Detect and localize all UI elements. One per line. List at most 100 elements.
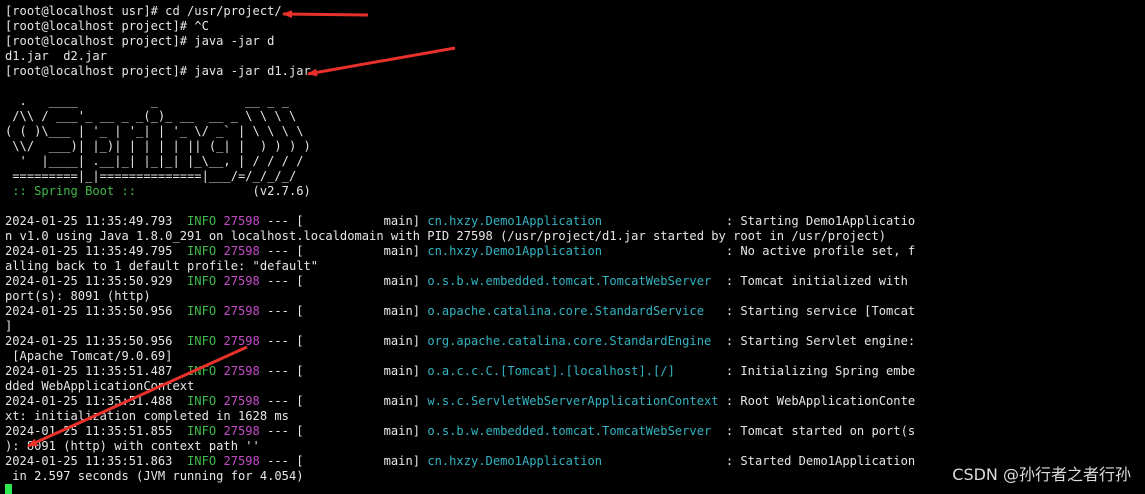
terminal-line: alling back to 1 default profile: "defau…	[5, 259, 915, 274]
terminal-line: port(s): 8091 (http)	[5, 289, 915, 304]
terminal-text-segment: 27598	[223, 304, 260, 318]
terminal-line: ): 8091 (http) with context path ''	[5, 439, 915, 454]
terminal-text-segment: ' |____| .__|_| |_|_| |_\__, | / / / /	[5, 154, 304, 168]
terminal-text-segment: --- [ main]	[259, 244, 428, 258]
terminal-text-segment: : Starting service [Tomcat	[718, 304, 916, 318]
terminal-text-segment: --- [ main]	[259, 304, 428, 318]
terminal-text-segment: 27598	[223, 454, 260, 468]
terminal-line: [root@localhost usr]# cd /usr/project/	[5, 4, 915, 19]
terminal-line: ( ( )\___ | '_ | '_| | '_ \/ _` | \ \ \ …	[5, 124, 915, 139]
terminal-text-segment: --- [ main]	[259, 364, 428, 378]
terminal-line: =========|_|==============|___/=/_/_/_/	[5, 169, 915, 184]
terminal-line: 2024-01-25 11:35:50.929 INFO 27598 --- […	[5, 274, 915, 289]
terminal-text-segment: \\/ ___)| |_)| | | | | || (_| | ) ) ) )	[5, 139, 311, 153]
terminal-line: /\\ / ___'_ __ _ _(_)_ __ __ _ \ \ \ \	[5, 109, 915, 124]
terminal-text-segment: o.a.c.c.C.[Tomcat].[localhost].[/]	[427, 364, 719, 378]
terminal-text-segment: : Root WebApplicationConte	[718, 394, 916, 408]
terminal-text-segment: ]	[5, 319, 13, 333]
terminal-text-segment: =========|_|==============|___/=/_/_/_/	[5, 169, 297, 183]
terminal-line: . ____ _ __ _ _	[5, 94, 915, 109]
terminal-text-segment: 2024-01-25 11:35:49.795	[5, 244, 188, 258]
terminal-text-segment: INFO	[187, 394, 217, 408]
terminal-text-segment: INFO	[187, 454, 217, 468]
terminal-text-segment: INFO	[187, 274, 217, 288]
terminal-text-segment: INFO	[187, 214, 217, 228]
terminal-text-segment: [root@localhost project]# java -jar d	[5, 34, 275, 48]
terminal-line: [root@localhost project]# ^C	[5, 19, 915, 34]
terminal-line: [root@localhost project]# java -jar d	[5, 34, 915, 49]
terminal-text-segment: ( ( )\___ | '_ | '_| | '_ \/ _` | \ \ \ …	[5, 124, 304, 138]
terminal-text-segment: : No active profile set, f	[718, 244, 916, 258]
terminal-line: 2024-01-25 11:35:51.855 INFO 27598 --- […	[5, 424, 915, 439]
terminal-text-segment: n v1.0 using Java 1.8.0_291 on localhost…	[5, 229, 887, 243]
terminal-text-segment: org.apache.catalina.core.StandardEngine	[427, 334, 719, 348]
terminal-text-segment: : Initializing Spring embe	[718, 364, 916, 378]
terminal-text-segment: /\\ / ___'_ __ _ _(_)_ __ __ _ \ \ \ \	[5, 109, 297, 123]
terminal-text-segment: INFO	[187, 424, 217, 438]
csdn-watermark: CSDN @孙行者之者行孙	[952, 465, 1131, 484]
terminal-text-segment: . ____ _ __ _ _	[5, 94, 289, 108]
terminal-text-segment: [Apache Tomcat/9.0.69]	[5, 349, 173, 363]
terminal-text-segment: : Starting Demo1Applicatio	[718, 214, 916, 228]
terminal-text-segment: INFO	[187, 244, 217, 258]
terminal-text-segment: w.s.c.ServletWebServerApplicationContext	[427, 394, 719, 408]
terminal-text-segment: 27598	[223, 274, 260, 288]
terminal-text-segment: 27598	[223, 364, 260, 378]
terminal-text-segment: 27598	[223, 424, 260, 438]
terminal-text-segment: o.apache.catalina.core.StandardService	[427, 304, 719, 318]
terminal-output: [root@localhost usr]# cd /usr/project/[r…	[5, 4, 915, 494]
terminal-line: :: Spring Boot :: (v2.7.6)	[5, 184, 915, 199]
terminal-text-segment: port(s): 8091 (http)	[5, 289, 151, 303]
terminal-text-segment: [root@localhost project]# ^C	[5, 19, 209, 33]
terminal-text-segment: :: Spring Boot ::	[5, 184, 137, 198]
terminal-text-segment: 27598	[223, 334, 260, 348]
terminal-line: d1.jar d2.jar	[5, 49, 915, 64]
terminal-text-segment: 2024-01-25 11:35:50.956	[5, 304, 188, 318]
terminal-text-segment: cn.hxzy.Demo1Application	[427, 214, 719, 228]
terminal-text-segment: o.s.b.w.embedded.tomcat.TomcatWebServer	[427, 424, 719, 438]
terminal-text-segment: --- [ main]	[259, 274, 428, 288]
terminal-text-segment: 2024-01-25 11:35:51.487	[5, 364, 188, 378]
terminal-text-segment: 2024-01-25 11:35:49.793	[5, 214, 188, 228]
terminal-text-segment: : Starting Servlet engine:	[718, 334, 916, 348]
terminal-line: n v1.0 using Java 1.8.0_291 on localhost…	[5, 229, 915, 244]
terminal-line	[5, 484, 915, 494]
terminal-line: ]	[5, 319, 915, 334]
terminal-cursor	[5, 484, 12, 494]
terminal-text-segment: 2024-01-25 11:35:51.855	[5, 424, 188, 438]
terminal-line: 2024-01-25 11:35:49.793 INFO 27598 --- […	[5, 214, 915, 229]
terminal-line: [root@localhost project]# java -jar d1.j…	[5, 64, 915, 79]
terminal-text-segment: alling back to 1 default profile: "defau…	[5, 259, 319, 273]
terminal-text-segment: : Tomcat started on port(s	[718, 424, 916, 438]
terminal-text-segment: --- [ main]	[259, 334, 428, 348]
terminal-text-segment: INFO	[187, 304, 217, 318]
terminal-text-segment: --- [ main]	[259, 394, 428, 408]
terminal-line: xt: initialization completed in 1628 ms	[5, 409, 915, 424]
terminal-line: 2024-01-25 11:35:49.795 INFO 27598 --- […	[5, 244, 915, 259]
terminal-line: 2024-01-25 11:35:51.488 INFO 27598 --- […	[5, 394, 915, 409]
terminal-line: \\/ ___)| |_)| | | | | || (_| | ) ) ) )	[5, 139, 915, 154]
terminal-text-segment: 2024-01-25 11:35:50.956	[5, 334, 188, 348]
terminal-text-segment: : Started Demo1Application	[718, 454, 916, 468]
terminal-text-segment: 27598	[223, 394, 260, 408]
terminal-text-segment: xt: initialization completed in 1628 ms	[5, 409, 289, 423]
terminal-text-segment: --- [ main]	[259, 214, 428, 228]
terminal-line: 2024-01-25 11:35:50.956 INFO 27598 --- […	[5, 334, 915, 349]
terminal-text-segment: INFO	[187, 364, 217, 378]
terminal-text-segment: INFO	[187, 334, 217, 348]
terminal-window[interactable]: [root@localhost usr]# cd /usr/project/[r…	[0, 0, 1145, 494]
terminal-text-segment: cn.hxzy.Demo1Application	[427, 454, 719, 468]
terminal-text-segment: --- [ main]	[259, 424, 428, 438]
terminal-text-segment: 27598	[223, 244, 260, 258]
terminal-line: 2024-01-25 11:35:51.487 INFO 27598 --- […	[5, 364, 915, 379]
terminal-text-segment: ): 8091 (http) with context path ''	[5, 439, 260, 453]
terminal-line: [Apache Tomcat/9.0.69]	[5, 349, 915, 364]
terminal-line: 2024-01-25 11:35:50.956 INFO 27598 --- […	[5, 304, 915, 319]
terminal-line: dded WebApplicationContext	[5, 379, 915, 394]
terminal-line: in 2.597 seconds (JVM running for 4.054)	[5, 469, 915, 484]
terminal-text-segment: in 2.597 seconds (JVM running for 4.054)	[5, 469, 304, 483]
terminal-text-segment: 2024-01-25 11:35:50.929	[5, 274, 188, 288]
terminal-text-segment: d1.jar d2.jar	[5, 49, 107, 63]
